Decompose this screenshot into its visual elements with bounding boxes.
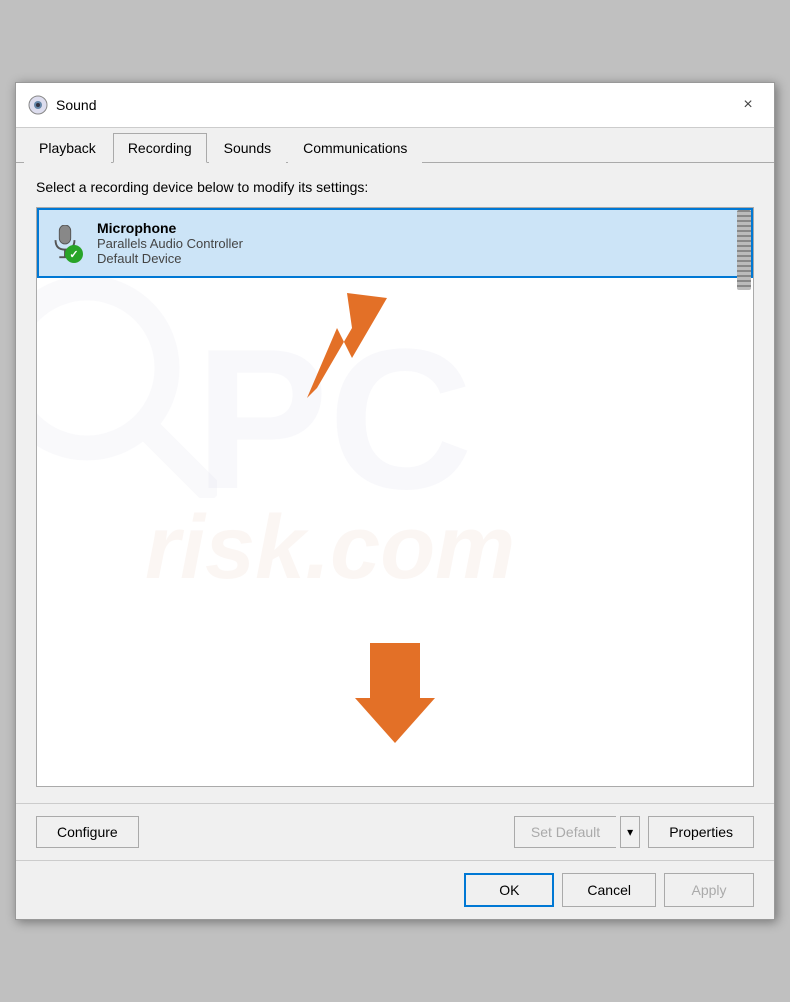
apply-button[interactable]: Apply (664, 873, 754, 907)
arrow-up-right (257, 288, 387, 411)
close-button[interactable]: × (734, 91, 762, 119)
tab-recording[interactable]: Recording (113, 133, 207, 163)
device-name: Microphone (97, 220, 243, 236)
watermark-magnify (37, 278, 217, 501)
tab-sounds[interactable]: Sounds (209, 133, 286, 163)
dialog-title: Sound (56, 97, 734, 113)
title-bar: Sound × (16, 83, 774, 128)
default-button-group: Set Default ▾ Properties (514, 816, 754, 848)
main-content: Select a recording device below to modif… (16, 163, 774, 803)
svg-text:PC: PC (195, 328, 473, 528)
device-item-microphone[interactable]: ✓ Microphone Parallels Audio Controller … (37, 208, 753, 278)
device-icon-area: ✓ (51, 225, 87, 261)
sound-dialog: Sound × Playback Recording Sounds Commun… (15, 82, 775, 920)
default-check-badge: ✓ (65, 245, 83, 263)
set-default-button[interactable]: Set Default (514, 816, 616, 848)
bottom-action-bar: Configure Set Default ▾ Properties (16, 803, 774, 860)
tab-communications[interactable]: Communications (288, 133, 422, 163)
arrow-down (355, 643, 435, 746)
ok-button[interactable]: OK (464, 873, 554, 907)
device-info: Microphone Parallels Audio Controller De… (97, 220, 243, 266)
device-controller: Parallels Audio Controller (97, 236, 243, 251)
watermark-pc: PC (195, 328, 595, 531)
scrollbar-indicator (737, 210, 751, 290)
tab-bar: Playback Recording Sounds Communications (16, 128, 774, 163)
sound-icon (28, 95, 48, 115)
device-status: Default Device (97, 251, 243, 266)
watermark-area: PC risk.com (37, 268, 753, 786)
properties-button[interactable]: Properties (648, 816, 754, 848)
set-default-dropdown[interactable]: ▾ (620, 816, 640, 848)
configure-button[interactable]: Configure (36, 816, 139, 848)
svg-text:risk.com: risk.com (145, 498, 515, 598)
watermark-risk: risk.com (145, 488, 645, 601)
cancel-button[interactable]: Cancel (562, 873, 656, 907)
device-list-inner: ✓ Microphone Parallels Audio Controller … (37, 208, 753, 786)
tab-playback[interactable]: Playback (24, 133, 111, 163)
dialog-footer: OK Cancel Apply (16, 860, 774, 919)
device-list[interactable]: ✓ Microphone Parallels Audio Controller … (36, 207, 754, 787)
instruction-text: Select a recording device below to modif… (36, 179, 754, 195)
